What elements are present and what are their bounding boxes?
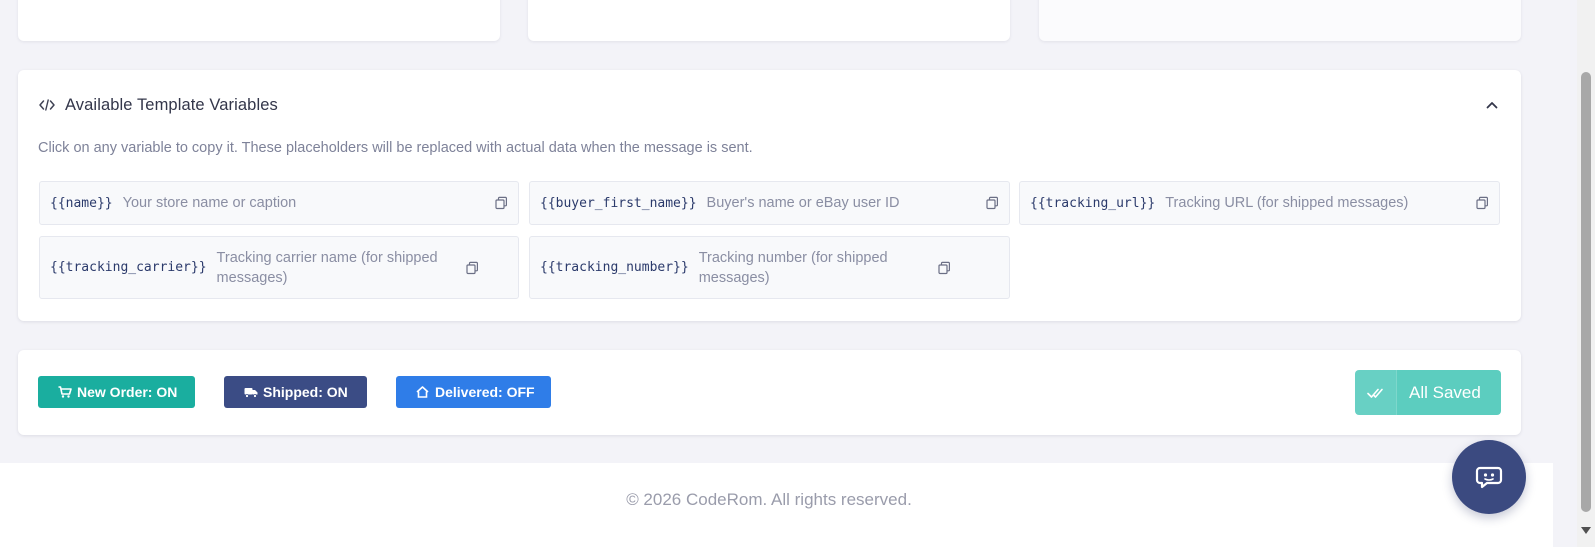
- shipped-label: Shipped: ON: [263, 384, 348, 400]
- template-variables-panel: Available Template Variables Click on an…: [18, 70, 1521, 321]
- variable-code: {{tracking_carrier}}: [50, 260, 207, 275]
- copy-icon[interactable]: [465, 261, 479, 275]
- code-icon: [38, 98, 56, 112]
- chat-bot-icon: [1475, 465, 1503, 489]
- shipped-toggle[interactable]: Shipped: ON: [224, 376, 367, 408]
- variable-item-tracking-carrier[interactable]: {{tracking_carrier}} Tracking carrier na…: [39, 236, 519, 299]
- cart-icon: [58, 386, 72, 398]
- variable-item-tracking-number[interactable]: {{tracking_number}} Tracking number (for…: [529, 236, 1010, 299]
- all-saved-button[interactable]: All Saved: [1355, 370, 1501, 415]
- new-order-toggle[interactable]: New Order: ON: [38, 376, 195, 408]
- variable-description: Tracking carrier name (for shipped messa…: [216, 249, 438, 286]
- vertical-scrollbar[interactable]: [1577, 0, 1595, 547]
- top-cards-row: [18, 0, 1549, 41]
- top-card-3: [1039, 0, 1521, 41]
- copyright-text: © 2026 CodeRom. All rights reserved.: [626, 490, 912, 509]
- panel-title: Available Template Variables: [65, 95, 278, 114]
- delivered-toggle[interactable]: Delivered: OFF: [396, 376, 551, 408]
- new-order-label: New Order: ON: [77, 384, 178, 400]
- chevron-up-icon[interactable]: [1483, 96, 1501, 114]
- home-icon: [416, 386, 430, 398]
- variable-description: Buyer's name or eBay user ID: [706, 195, 900, 211]
- variable-code: {{buyer_first_name}}: [540, 195, 697, 211]
- scroll-down-icon[interactable]: [1581, 527, 1591, 534]
- panel-header[interactable]: Available Template Variables: [38, 94, 1501, 116]
- delivered-label: Delivered: OFF: [435, 384, 535, 400]
- top-card-1: [18, 0, 500, 41]
- variable-code: {{name}}: [50, 195, 113, 211]
- variable-item-name[interactable]: {{name}} Your store name or caption: [39, 181, 519, 225]
- variable-code: {{tracking_url}}: [1030, 195, 1156, 211]
- truck-icon: [244, 386, 258, 398]
- copy-icon[interactable]: [1475, 196, 1489, 210]
- variable-item-buyer-first-name[interactable]: {{buyer_first_name}} Buyer's name or eBa…: [529, 181, 1010, 225]
- scrollbar-thumb[interactable]: [1581, 72, 1591, 512]
- variable-code: {{tracking_number}}: [540, 260, 689, 275]
- copy-icon[interactable]: [937, 261, 951, 275]
- status-bar: New Order: ON Shipped: ON Delivered: OFF…: [18, 350, 1521, 435]
- copy-icon[interactable]: [985, 196, 999, 210]
- variable-item-tracking-url[interactable]: {{tracking_url}} Tracking URL (for shipp…: [1019, 181, 1500, 225]
- copy-icon[interactable]: [494, 196, 508, 210]
- panel-description: Click on any variable to copy it. These …: [38, 140, 753, 156]
- top-card-2: [528, 0, 1010, 41]
- chat-bot-button[interactable]: [1452, 440, 1526, 514]
- variable-description: Tracking number (for shipped messages): [698, 249, 888, 286]
- variable-description: Tracking URL (for shipped messages): [1165, 195, 1409, 211]
- all-saved-label: All Saved: [1409, 382, 1481, 402]
- variable-description: Your store name or caption: [122, 195, 297, 211]
- double-check-icon: [1355, 370, 1397, 415]
